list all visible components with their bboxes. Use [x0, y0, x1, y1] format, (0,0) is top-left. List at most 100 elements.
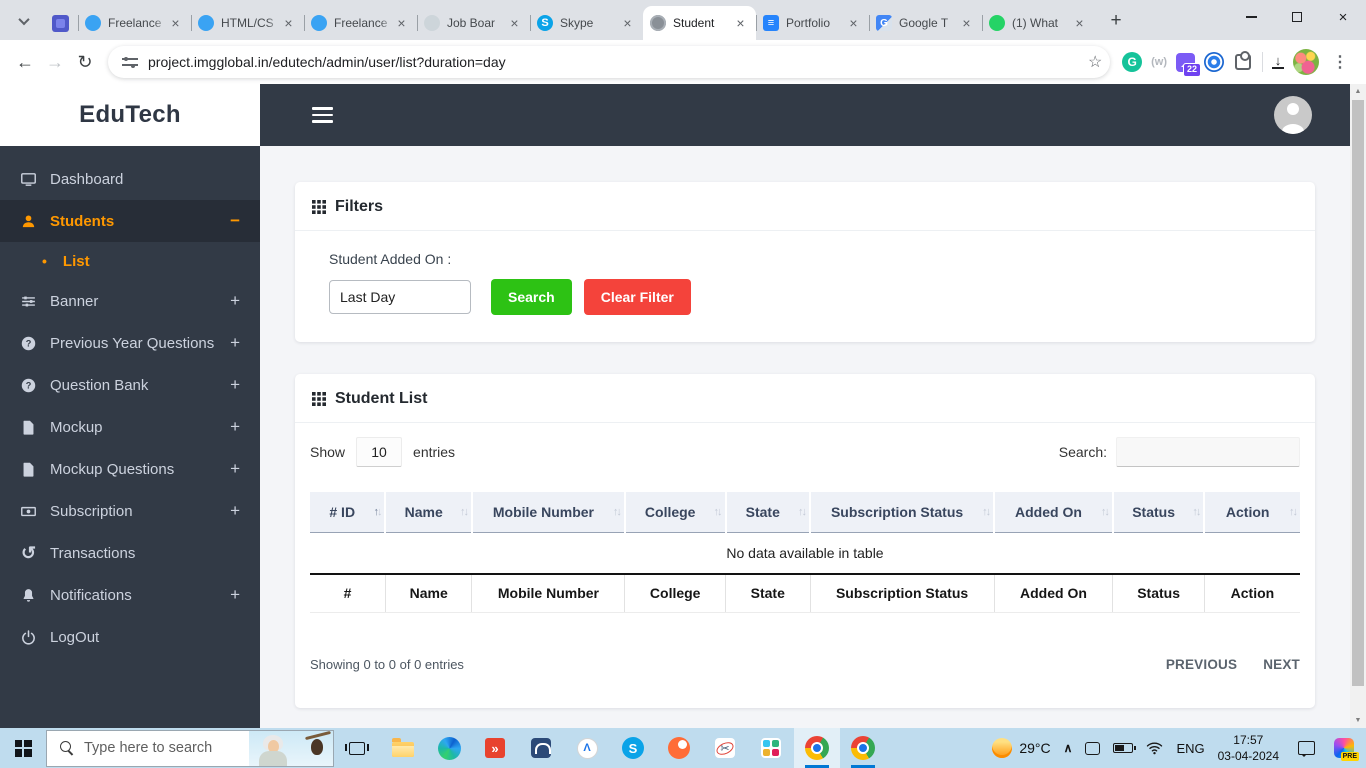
- sidebar-item-students[interactable]: Students −: [0, 200, 260, 242]
- tab-google-translate[interactable]: G Google T ×: [869, 6, 982, 40]
- sidebar-item-subscription[interactable]: Subscription +: [0, 490, 260, 532]
- scroll-up-arrow[interactable]: ▲: [1350, 84, 1366, 99]
- expand-plus-icon[interactable]: +: [230, 459, 240, 479]
- expand-plus-icon[interactable]: +: [230, 375, 240, 395]
- new-tab-button[interactable]: +: [1101, 6, 1131, 36]
- collapse-minus-icon[interactable]: −: [230, 211, 240, 231]
- column-header-mobile[interactable]: Mobile Number ↑↓: [470, 492, 626, 533]
- sidebar-item-transactions[interactable]: ↺ Transactions: [0, 532, 260, 574]
- edge-button[interactable]: [426, 728, 472, 768]
- column-header-college[interactable]: College ↑↓: [623, 492, 727, 533]
- back-button[interactable]: ←: [10, 47, 40, 77]
- table-search-input[interactable]: [1116, 437, 1300, 467]
- postman-button[interactable]: [656, 728, 702, 768]
- tab-search-button[interactable]: [10, 7, 38, 35]
- restore-button[interactable]: [1274, 0, 1320, 34]
- battery-icon[interactable]: [1113, 743, 1137, 753]
- bookmark-star-icon[interactable]: ☆: [1080, 52, 1110, 72]
- snipping-tool-button[interactable]: ✂: [702, 728, 748, 768]
- tab-portfolio[interactable]: ≡ Portfolio ×: [756, 6, 869, 40]
- language-indicator[interactable]: ENG: [1176, 741, 1204, 756]
- search-highlight-image[interactable]: [249, 730, 333, 766]
- close-icon[interactable]: ×: [958, 15, 975, 32]
- column-header-added-on[interactable]: Added On ↑↓: [993, 492, 1114, 533]
- expand-plus-icon[interactable]: +: [230, 333, 240, 353]
- tab-freelance-1[interactable]: Freelance ×: [78, 6, 191, 40]
- column-header-subscription[interactable]: Subscription Status ↑↓: [808, 492, 996, 533]
- column-header-id[interactable]: # ID ↑↓: [310, 492, 387, 533]
- scrollbar-thumb[interactable]: [1352, 100, 1364, 686]
- expand-plus-icon[interactable]: +: [230, 585, 240, 605]
- column-header-state[interactable]: State ↑↓: [724, 492, 811, 533]
- user-avatar[interactable]: [1274, 96, 1312, 134]
- device-icon[interactable]: [1085, 741, 1101, 755]
- slack-button[interactable]: [748, 728, 794, 768]
- tab-htmlcss[interactable]: HTML/CS ×: [191, 6, 304, 40]
- blue-extension-icon[interactable]: [1204, 52, 1224, 72]
- tray-expand-icon[interactable]: ∧: [1064, 741, 1073, 755]
- close-icon[interactable]: ×: [619, 15, 636, 32]
- sidebar-item-mockup-questions[interactable]: Mockup Questions +: [0, 448, 260, 490]
- hamburger-menu-icon[interactable]: [312, 107, 333, 123]
- tab-job-board[interactable]: Job Boar ×: [417, 6, 530, 40]
- app-logo[interactable]: EduTech: [0, 84, 260, 146]
- student-added-on-input[interactable]: [329, 280, 471, 314]
- sidebar-item-previous-year-questions[interactable]: ? Previous Year Questions +: [0, 322, 260, 364]
- tab-skype[interactable]: S Skype ×: [530, 6, 643, 40]
- weather-widget[interactable]: 29°C: [992, 738, 1051, 758]
- sidebar-item-mockup[interactable]: Mockup +: [0, 406, 260, 448]
- column-header-status[interactable]: Status ↑↓: [1111, 492, 1206, 533]
- next-page-button[interactable]: NEXT: [1263, 657, 1300, 672]
- close-icon[interactable]: ×: [732, 15, 749, 32]
- chrome-button-active[interactable]: [794, 728, 840, 768]
- downloads-icon[interactable]: ↓: [1272, 54, 1284, 69]
- column-header-name[interactable]: Name ↑↓: [384, 492, 473, 533]
- task-view-button[interactable]: [334, 728, 380, 768]
- reload-button[interactable]: ↻: [70, 47, 100, 77]
- url-bar[interactable]: project.imgglobal.in/edutech/admin/user/…: [108, 46, 1111, 78]
- clock-widget[interactable]: 17:57 03-04-2024: [1218, 732, 1279, 764]
- remote-app-button[interactable]: »: [472, 728, 518, 768]
- sidebar-subitem-list[interactable]: • List: [0, 242, 260, 280]
- close-icon[interactable]: ×: [1071, 15, 1088, 32]
- sidebar-item-question-bank[interactable]: ? Question Bank +: [0, 364, 260, 406]
- profile-avatar[interactable]: [1293, 49, 1319, 75]
- close-icon[interactable]: ×: [393, 15, 410, 32]
- file-explorer-button[interactable]: [380, 728, 426, 768]
- wifi-icon[interactable]: [1146, 741, 1163, 755]
- wave-extension-icon[interactable]: (w): [1151, 56, 1167, 68]
- start-button[interactable]: [0, 728, 46, 768]
- clear-filter-button[interactable]: Clear Filter: [583, 279, 691, 315]
- expand-plus-icon[interactable]: +: [230, 291, 240, 311]
- minimize-button[interactable]: [1228, 0, 1274, 34]
- entries-count-input[interactable]: [356, 437, 403, 467]
- compass-app-button[interactable]: Λ: [564, 728, 610, 768]
- expand-plus-icon[interactable]: +: [230, 501, 240, 521]
- sidebar-item-logout[interactable]: LogOut: [0, 616, 260, 658]
- sidebar-item-notifications[interactable]: Notifications +: [0, 574, 260, 616]
- grammarly-extension-icon[interactable]: G: [1122, 52, 1143, 72]
- extensions-puzzle-icon[interactable]: [1235, 51, 1251, 70]
- sidebar-item-dashboard[interactable]: Dashboard: [0, 158, 260, 200]
- skype-button[interactable]: S: [610, 728, 656, 768]
- close-icon[interactable]: ×: [167, 15, 184, 32]
- tab-student-active[interactable]: Student ×: [643, 6, 756, 40]
- close-icon[interactable]: ×: [506, 15, 523, 32]
- url-text[interactable]: project.imgglobal.in/edutech/admin/user/…: [148, 54, 1080, 70]
- tab-whatsapp[interactable]: (1) What ×: [982, 6, 1095, 40]
- scroll-down-arrow[interactable]: ▼: [1350, 713, 1366, 728]
- chrome-button-2[interactable]: [840, 728, 886, 768]
- column-header-action[interactable]: Action ↑↓: [1203, 492, 1300, 533]
- purple-extension-icon[interactable]: 22: [1176, 52, 1201, 77]
- page-scrollbar[interactable]: ▲ ▼: [1350, 84, 1366, 728]
- copilot-pre-icon[interactable]: PRE: [1334, 738, 1359, 761]
- previous-page-button[interactable]: PREVIOUS: [1166, 657, 1237, 672]
- expand-plus-icon[interactable]: +: [230, 417, 240, 437]
- forward-button[interactable]: →: [40, 47, 70, 77]
- action-center-icon[interactable]: [1298, 741, 1315, 757]
- sidebar-item-banner[interactable]: Banner +: [0, 280, 260, 322]
- pinned-tab-teams[interactable]: [42, 6, 78, 40]
- close-window-button[interactable]: ×: [1320, 0, 1366, 34]
- close-icon[interactable]: ×: [280, 15, 297, 32]
- close-icon[interactable]: ×: [845, 15, 862, 32]
